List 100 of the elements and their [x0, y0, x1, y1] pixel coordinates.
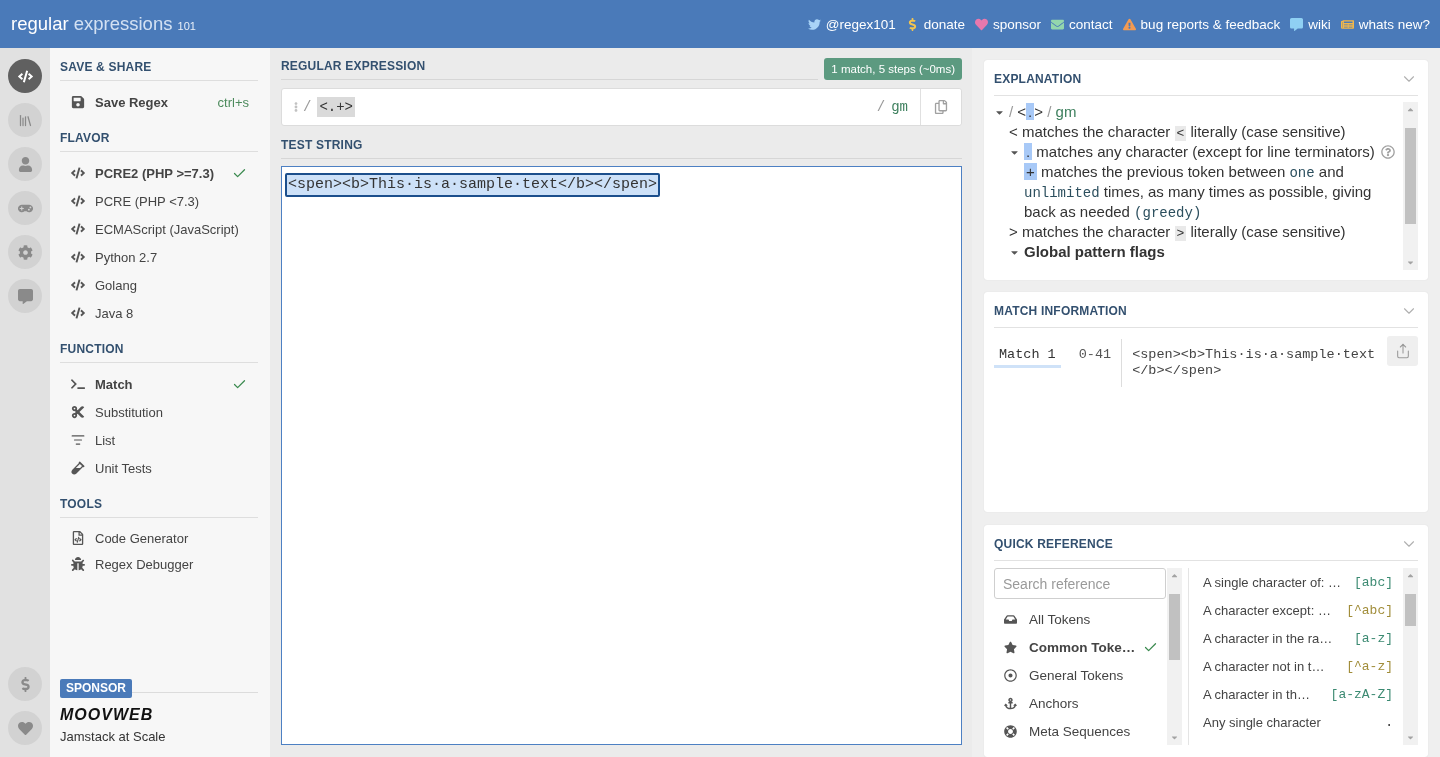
- scroll-down-icon[interactable]: [1170, 733, 1179, 742]
- sidebar-option[interactable]: Java 8: [60, 299, 258, 327]
- scissors-icon: [70, 405, 85, 419]
- scroll-up-icon[interactable]: [1406, 105, 1415, 114]
- copy-button[interactable]: [920, 89, 961, 125]
- nav-link[interactable]: contact: [1051, 16, 1113, 32]
- explanation-text: Global pattern flags: [1024, 242, 1165, 262]
- rail-button[interactable]: [8, 711, 42, 745]
- reference-description[interactable]: A character except: …: [1203, 602, 1331, 618]
- mail-icon: [1051, 17, 1065, 31]
- category-item[interactable]: Meta Sequences: [994, 717, 1166, 745]
- scrollbar-thumb[interactable]: [1405, 128, 1416, 224]
- scroll-down-icon[interactable]: [1406, 258, 1415, 267]
- sponsor-logo[interactable]: MOOVWEB: [60, 706, 154, 724]
- scrollbar-thumb[interactable]: [1169, 594, 1180, 660]
- sidebar-option[interactable]: ECMAScript (JavaScript): [60, 215, 258, 243]
- sponsor-tagline: Jamstack at Scale: [60, 728, 166, 746]
- scroll-down-icon[interactable]: [1406, 733, 1415, 742]
- delimiter: /: [876, 99, 886, 115]
- tool-link[interactable]: Regex Debugger: [60, 551, 258, 577]
- nav-link[interactable]: @regex101: [807, 16, 896, 32]
- rail-button[interactable]: [8, 59, 42, 93]
- shortcut-hint: ctrl+s: [217, 94, 249, 110]
- books-icon: [17, 112, 33, 128]
- category-item[interactable]: All Tokens: [994, 605, 1166, 633]
- explanation-text: + matches the previous token between one and unlimited times, as many times as possible, giving back as needed (greedy): [1024, 162, 1373, 222]
- rail-button[interactable]: [8, 667, 42, 701]
- terminal-icon: [70, 377, 85, 391]
- section-title: FUNCTION: [60, 341, 258, 363]
- copy-icon: [934, 100, 948, 114]
- sidebar-option[interactable]: PCRE (PHP <7.3): [60, 187, 258, 215]
- code-icon: [70, 166, 85, 180]
- bug-icon: [70, 557, 85, 571]
- panel-title: EXPLANATION: [994, 71, 1083, 87]
- match-status: 1 match, 5 steps (~0ms): [824, 58, 962, 80]
- match-text: <spen><b>This·is·a·sample·text</b></spen>: [1132, 346, 1377, 379]
- save-button[interactable]: Save Regex: [60, 88, 168, 116]
- scrollbar[interactable]: [1403, 568, 1418, 745]
- reference-description[interactable]: Any single character: [1203, 714, 1321, 730]
- reference-token: [^a-z]: [1346, 658, 1393, 674]
- panel-title: MATCH INFORMATION: [994, 303, 1128, 319]
- bird-icon: [807, 17, 821, 31]
- category-item[interactable]: Anchors: [994, 689, 1166, 717]
- rail-button[interactable]: [8, 191, 42, 225]
- category-item[interactable]: General Tokens: [994, 661, 1166, 689]
- tool-link[interactable]: Code Generator: [60, 525, 258, 551]
- nav-link[interactable]: whats new?: [1340, 16, 1430, 32]
- explanation-text: / <.> / gm: [1009, 102, 1077, 122]
- sponsor-label: SPONSOR: [60, 679, 132, 698]
- reference-description[interactable]: A character not in t…: [1203, 658, 1325, 674]
- rail-button[interactable]: [8, 103, 42, 137]
- heart-icon: [17, 720, 33, 736]
- scrollbar-thumb[interactable]: [1405, 594, 1416, 626]
- sidebar-option[interactable]: Python 2.7: [60, 243, 258, 271]
- regex-field[interactable]: / <.+> / gm: [281, 88, 962, 126]
- scroll-up-icon[interactable]: [1170, 571, 1179, 580]
- code-file-icon: [70, 531, 85, 545]
- nav-link[interactable]: sponsor: [975, 16, 1042, 32]
- sidebar-option[interactable]: Substitution: [60, 398, 258, 426]
- test-string-field[interactable]: <spen><b>This·is·a·sample·text</b></spen>: [281, 166, 962, 745]
- sidebar-option[interactable]: Match: [60, 370, 258, 398]
- reference-description[interactable]: A character in the ra…: [1203, 630, 1333, 646]
- nav-link[interactable]: donate: [905, 16, 966, 32]
- scrollbar[interactable]: [1403, 102, 1418, 270]
- heart-icon: [975, 17, 989, 31]
- sidebar-option[interactable]: Unit Tests: [60, 454, 258, 482]
- sidebar-option[interactable]: List: [60, 426, 258, 454]
- anchor-icon: [1003, 696, 1017, 710]
- rail-button[interactable]: [8, 147, 42, 181]
- code-icon: [70, 194, 85, 208]
- help-icon[interactable]: [1380, 145, 1395, 159]
- nav-link[interactable]: wiki: [1290, 16, 1331, 32]
- match-highlight: <spen><b>This·is·a·sample·text</b></spen>: [285, 173, 661, 197]
- reference-token: [a-zA-Z]: [1330, 686, 1393, 702]
- reference-token: .: [1385, 714, 1393, 730]
- tray-icon: [1003, 612, 1017, 626]
- panel-title: TEST STRING: [281, 137, 962, 159]
- scrollbar[interactable]: [1167, 568, 1182, 745]
- sidebar-option[interactable]: Golang: [60, 271, 258, 299]
- sidebar-option[interactable]: PCRE2 (PHP >=7.3): [60, 159, 258, 187]
- list-icon: [70, 433, 85, 447]
- newspaper-icon: [1340, 17, 1354, 31]
- flags-button[interactable]: gm: [891, 99, 908, 115]
- nav-link[interactable]: bug reports & feedback: [1122, 16, 1281, 32]
- reference-token: [a-z]: [1354, 630, 1393, 646]
- explanation-text: . matches any character (except for line terminators): [1024, 142, 1375, 162]
- rail-button[interactable]: [8, 279, 42, 313]
- rail-button[interactable]: [8, 235, 42, 269]
- explanation-text: > matches the character > literally (case sensitive): [1009, 222, 1346, 242]
- search-field[interactable]: Search reference: [994, 568, 1166, 599]
- code-icon: [70, 278, 85, 292]
- reference-description[interactable]: A single character of: …: [1203, 574, 1341, 590]
- reference-description[interactable]: A character in th…: [1203, 686, 1310, 702]
- category-item[interactable]: Common Toke…: [994, 633, 1166, 661]
- export-button[interactable]: [1387, 336, 1418, 366]
- scroll-up-icon[interactable]: [1406, 571, 1415, 580]
- reference-token: [abc]: [1354, 574, 1393, 590]
- regex-text: <.+>: [317, 97, 355, 117]
- life-ring-icon: [1003, 724, 1017, 738]
- site-logo[interactable]: regular expressions 101: [11, 13, 196, 35]
